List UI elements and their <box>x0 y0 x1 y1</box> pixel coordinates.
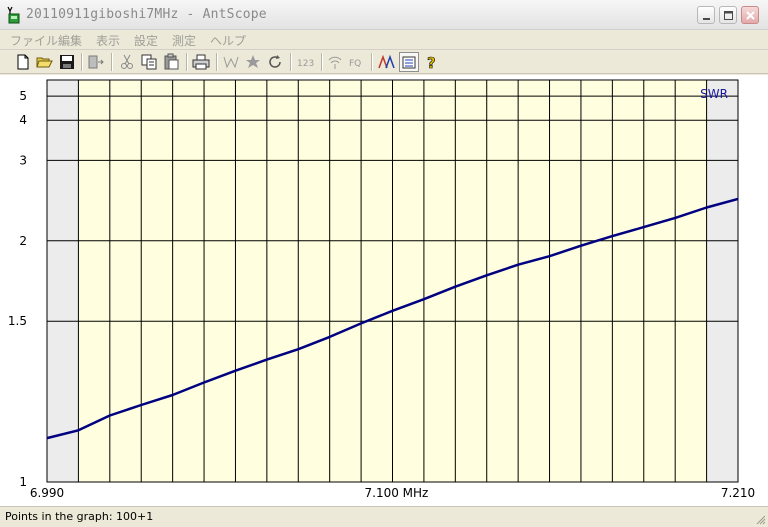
refresh-icon <box>269 55 281 68</box>
wireless-icon <box>328 56 342 69</box>
graph-panel[interactable]: 1 1.5 2 3 4 5 6.990 7.100 MHz 7.210 SWR <box>0 75 768 506</box>
toolbar: 123 FQ ? <box>0 50 768 74</box>
svg-text:123: 123 <box>297 59 314 69</box>
help-icon: ? <box>427 54 436 71</box>
svg-text:?: ? <box>427 54 436 71</box>
x-tick-label: 7.210 <box>721 486 755 500</box>
multi-graph-icon <box>378 54 395 69</box>
frequency-button[interactable]: FQ <box>348 53 368 71</box>
wireless-button[interactable] <box>326 53 344 71</box>
y-tick-label: 5 <box>19 89 27 103</box>
list-button[interactable] <box>399 52 419 72</box>
print-button[interactable] <box>192 53 210 71</box>
marker-button[interactable] <box>222 53 240 71</box>
x-tick-label: 7.100 MHz <box>365 486 429 500</box>
new-file-button[interactable] <box>14 53 32 71</box>
toolbar-separator <box>216 53 218 71</box>
resize-grip-icon[interactable] <box>754 513 766 525</box>
series-label: SWR <box>700 87 728 101</box>
save-button[interactable] <box>58 53 76 71</box>
y-tick-label: 1 <box>19 475 27 489</box>
toolbar-separator <box>186 53 188 71</box>
menu-view[interactable]: 表示 <box>96 32 120 49</box>
window-title: 20110911giboshi7MHz - AntScope <box>26 7 267 22</box>
antscope-app-icon[interactable] <box>5 6 21 24</box>
status-bar: Points in the graph: 100+1 <box>0 506 768 527</box>
export-button[interactable] <box>87 53 105 71</box>
close-button[interactable] <box>741 6 759 24</box>
x-tick-label: 6.990 <box>30 486 64 500</box>
toolbar-separator <box>111 53 113 71</box>
paste-button[interactable] <box>162 53 180 71</box>
marker-icon <box>223 56 239 69</box>
y-tick-label: 3 <box>19 153 27 167</box>
toolbar-separator <box>290 53 292 71</box>
maximize-button[interactable] <box>719 6 737 24</box>
title-bar[interactable]: 20110911giboshi7MHz - AntScope <box>0 0 768 30</box>
minimize-button[interactable] <box>697 6 715 24</box>
menu-measure[interactable]: 測定 <box>172 32 196 49</box>
open-folder-icon <box>36 57 53 68</box>
copy-button[interactable] <box>140 53 158 71</box>
menu-settings[interactable]: 設定 <box>134 32 158 49</box>
menu-bar: ファイル 編集 表示 設定 測定 ヘルプ <box>0 30 768 50</box>
star-icon <box>246 55 260 68</box>
copy-icon <box>141 54 157 70</box>
y-tick-label: 1.5 <box>8 314 27 328</box>
svg-text:FQ: FQ <box>349 59 361 69</box>
list-icon <box>402 56 416 69</box>
status-text: Points in the graph: 100+1 <box>5 510 154 523</box>
toolbar-separator <box>371 53 373 71</box>
maximize-icon <box>724 11 733 20</box>
export-icon <box>88 55 104 69</box>
frequency-icon: FQ <box>349 59 361 69</box>
y-tick-label: 2 <box>19 234 27 248</box>
menu-file[interactable]: ファイル <box>10 32 58 49</box>
y-tick-label: 4 <box>19 113 27 127</box>
print-icon <box>192 54 210 70</box>
new-file-icon <box>17 54 29 70</box>
number-button[interactable]: 123 <box>296 53 318 71</box>
menu-help[interactable]: ヘルプ <box>210 32 246 49</box>
save-icon <box>60 55 74 69</box>
toolbar-separator <box>81 53 83 71</box>
toolbar-separator <box>321 53 323 71</box>
number-icon: 123 <box>297 59 314 69</box>
help-button[interactable]: ? <box>423 53 441 71</box>
refresh-button[interactable] <box>266 53 284 71</box>
cut-icon <box>121 54 133 69</box>
star-button[interactable] <box>244 53 262 71</box>
close-icon <box>746 11 755 20</box>
swr-chart[interactable]: 1 1.5 2 3 4 5 6.990 7.100 MHz 7.210 SWR <box>0 75 768 506</box>
minimize-icon <box>703 18 710 20</box>
multi-graph-button[interactable] <box>378 53 396 71</box>
cut-button[interactable] <box>118 53 136 71</box>
open-button[interactable] <box>36 53 54 71</box>
menu-edit[interactable]: 編集 <box>58 32 82 49</box>
paste-icon <box>164 53 179 70</box>
